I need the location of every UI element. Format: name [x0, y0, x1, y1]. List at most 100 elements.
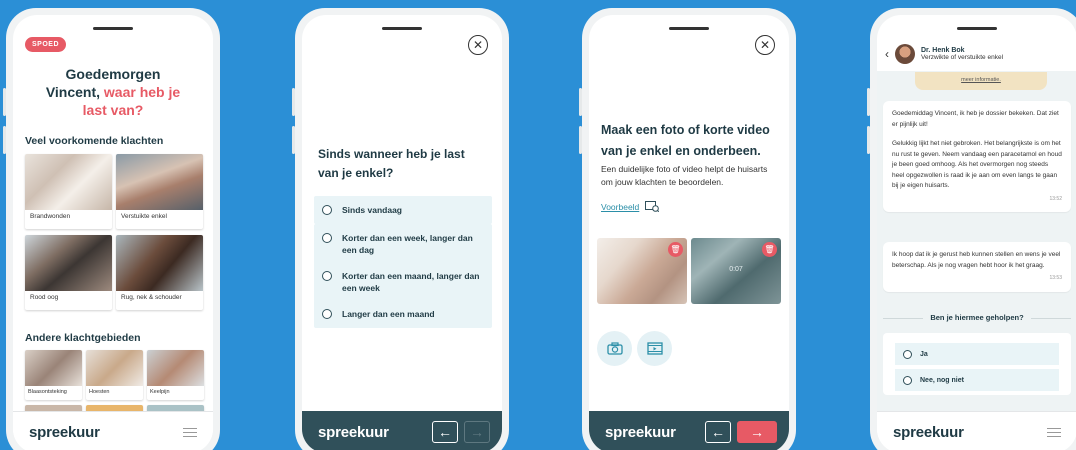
phone-home: SPOED Goedemorgen Vincent, waar heb je l… [3, 8, 220, 450]
radio-icon [322, 205, 332, 215]
complaint-label: Rug, nek & schouder [121, 294, 182, 301]
answer-panel: Ja Nee, nog niet [883, 333, 1071, 395]
complaint-card-sprained-ankle[interactable]: Verstuikte enkel [116, 154, 203, 229]
phone-photo: ✕ Maak een foto of korte video van je en… [579, 8, 796, 450]
question-screen: ✕ Sinds wanneer heb je last van je enkel… [302, 15, 502, 450]
option-label: Korter dan een maand, langer dan een wee… [342, 271, 480, 293]
cough-image [86, 350, 143, 386]
spreekuur-logo: spreekuur [605, 423, 676, 441]
complaint-card-back-neck[interactable]: Rug, nek & schouder [116, 235, 203, 310]
menu-icon[interactable] [1047, 427, 1061, 438]
greeting-accent1: waar heb je [103, 84, 181, 100]
message-text: Ik hoop dat ik je gerust heb kunnen stel… [892, 251, 1061, 269]
helped-question: Ben je hiermee geholpen? [883, 313, 1071, 322]
area-card-bladder[interactable]: Blaasontsteking [25, 350, 82, 400]
greeting-name: Vincent, [45, 84, 101, 100]
greeting: Goedemorgen Vincent, waar heb je last va… [13, 65, 213, 119]
chevron-left-icon[interactable]: ‹ [885, 47, 889, 61]
option-less-than-month[interactable]: Korter dan een maand, langer dan een wee… [314, 262, 492, 302]
option-more-than-month[interactable]: Langer dan een maand [314, 300, 492, 328]
area-label: Blaasontsteking [28, 389, 67, 395]
camera-icon [606, 342, 623, 355]
burns-image [25, 154, 112, 210]
example-image-icon [645, 201, 660, 212]
option-less-than-week[interactable]: Korter dan een week, langer dan een dag [314, 224, 492, 264]
speaker-notch [669, 27, 709, 30]
sore-throat-image [147, 350, 204, 386]
bladder-image [25, 350, 82, 386]
next-button[interactable]: → [737, 421, 777, 443]
complaint-label: Brandwonden [30, 213, 71, 220]
answer-yes[interactable]: Ja [895, 343, 1059, 365]
complaint-label: Rood oog [30, 294, 59, 301]
home-screen: SPOED Goedemorgen Vincent, waar heb je l… [13, 15, 213, 450]
doctor-name: Dr. Henk Bok [921, 47, 965, 54]
area-card-sore-throat[interactable]: Keelpijn [147, 350, 204, 400]
answer-no[interactable]: Nee, nog niet [895, 369, 1059, 391]
photo-description: Een duidelijke foto of video helpt de hu… [601, 164, 768, 187]
urgent-badge[interactable]: SPOED [25, 37, 67, 52]
bottom-bar: spreekuur ← → [302, 411, 502, 450]
bottom-bar: spreekuur [877, 411, 1076, 450]
chat-message: Ik hoop dat ik je gerust heb kunnen stel… [883, 242, 1071, 292]
greeting-line1: Goedemorgen [65, 66, 161, 82]
phone-question: ✕ Sinds wanneer heb je last van je enkel… [292, 8, 509, 450]
option-since-today[interactable]: Sinds vandaag [314, 196, 492, 224]
close-icon[interactable]: ✕ [755, 35, 775, 55]
ankle-image [116, 154, 203, 210]
area-card-cough[interactable]: Hoesten [86, 350, 143, 400]
common-complaints-title: Veel voorkomende klachten [25, 135, 164, 147]
chat-message: Goedemiddag Vincent, ik heb je dossier b… [883, 101, 1071, 212]
message-text: Gelukkig lijkt het niet gebroken. Het be… [892, 140, 1062, 189]
speaker-notch [93, 27, 133, 30]
spreekuur-logo: spreekuur [893, 424, 964, 441]
other-areas-title: Andere klachtgebieden [25, 332, 141, 344]
next-button[interactable]: → [464, 421, 490, 443]
info-notice-link[interactable]: meer informatie. [915, 72, 1047, 90]
video-thumbnail[interactable]: 🗑 0:07 [691, 238, 781, 304]
close-icon[interactable]: ✕ [468, 35, 488, 55]
phone-chat: ‹ Dr. Henk Bok Verzwikte of verstuikte e… [867, 8, 1076, 450]
example-link[interactable]: Voorbeeld [601, 201, 660, 212]
message-time: 13:52 [1049, 195, 1062, 202]
speaker-notch [382, 27, 422, 30]
video-button[interactable] [637, 331, 672, 366]
video-icon [646, 342, 663, 355]
answer-label: Nee, nog niet [920, 376, 964, 384]
back-button[interactable]: ← [432, 421, 458, 443]
chat-screen: ‹ Dr. Henk Bok Verzwikte of verstuikte e… [877, 15, 1076, 450]
radio-icon [903, 375, 912, 385]
radio-icon [322, 309, 332, 319]
option-label: Sinds vandaag [342, 205, 402, 215]
red-eye-image [25, 235, 112, 291]
radio-icon [322, 271, 332, 281]
area-label: Keelpijn [150, 389, 170, 395]
complaint-card-red-eye[interactable]: Rood oog [25, 235, 112, 310]
example-link-label: Voorbeeld [601, 201, 640, 212]
answer-label: Ja [920, 350, 928, 358]
doctor-avatar [895, 44, 915, 64]
menu-icon[interactable] [183, 427, 197, 438]
radio-icon [903, 349, 912, 359]
radio-icon [322, 233, 332, 243]
complaint-card-burns[interactable]: Brandwonden [25, 154, 112, 229]
back-button[interactable]: ← [705, 421, 731, 443]
video-duration: 0:07 [729, 266, 743, 273]
area-label: Hoesten [89, 389, 110, 395]
chat-header: ‹ Dr. Henk Bok Verzwikte of verstuikte e… [877, 37, 1076, 71]
spreekuur-logo: spreekuur [318, 423, 389, 441]
option-label: Korter dan een week, langer dan een dag [342, 233, 473, 255]
complaint-label: Verstuikte enkel [121, 213, 167, 220]
camera-button[interactable] [597, 331, 632, 366]
bottom-bar: spreekuur [13, 411, 213, 450]
spreekuur-logo: spreekuur [29, 424, 100, 441]
delete-icon[interactable]: 🗑 [762, 242, 777, 257]
question-title: Sinds wanneer heb je last van je enkel? [318, 147, 465, 180]
greeting-accent2: last van? [82, 102, 144, 118]
photo-screen: ✕ Maak een foto of korte video van je en… [589, 15, 789, 450]
delete-icon[interactable]: 🗑 [668, 242, 683, 257]
message-text: Goedemiddag Vincent, ik heb je dossier b… [892, 110, 1059, 128]
bottom-bar: spreekuur ← → [589, 411, 789, 450]
photo-title: Maak een foto of korte video van je enke… [601, 123, 770, 158]
photo-thumbnail[interactable]: 🗑 [597, 238, 687, 304]
